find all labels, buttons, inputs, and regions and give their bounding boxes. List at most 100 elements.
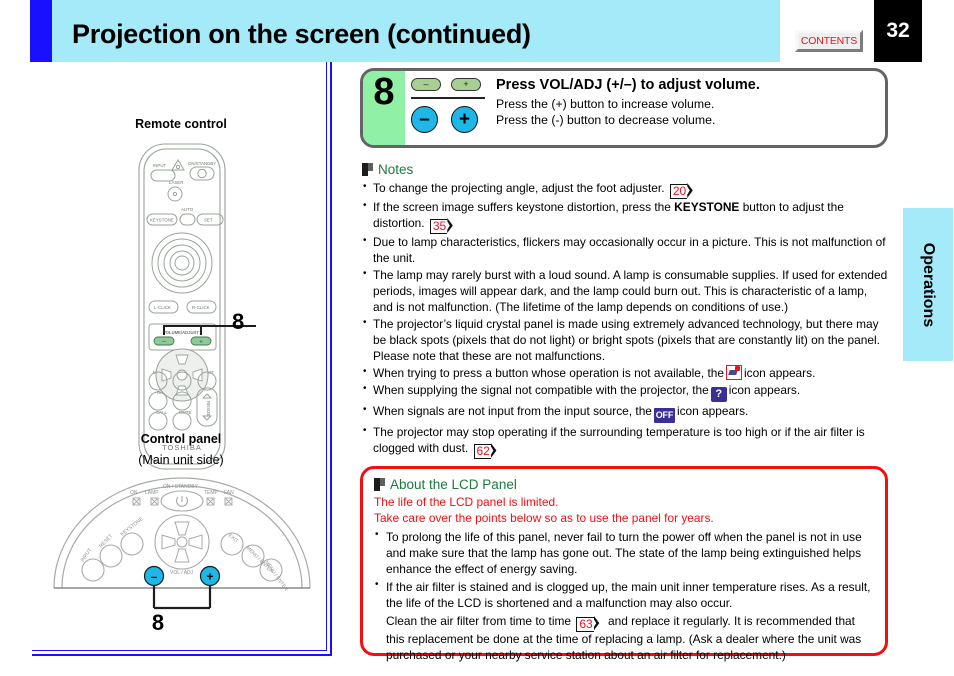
contents-button-label: CONTENTS bbox=[800, 35, 858, 47]
svg-text:INPUT: INPUT bbox=[153, 163, 166, 168]
svg-text:AUTO: AUTO bbox=[181, 207, 194, 212]
chevron-right-icon bbox=[687, 183, 693, 198]
svg-text:KEYSTONE: KEYSTONE bbox=[120, 516, 146, 538]
svg-text:LASER: LASER bbox=[169, 180, 183, 185]
note-item: When supplying the signal not compatible… bbox=[362, 382, 890, 402]
remote-control-title: Remote control bbox=[135, 117, 227, 131]
page-reference-62[interactable]: 62 bbox=[473, 443, 500, 459]
page-reference-number: 63 bbox=[576, 616, 594, 632]
note-text: Due to lamp characteristics, flickers ma… bbox=[373, 235, 886, 265]
step-number-panel: 8 bbox=[363, 71, 405, 145]
step-heading: Press VOL/ADJ (+/–) to adjust volume. bbox=[496, 77, 760, 93]
svg-text:FAN: FAN bbox=[224, 490, 234, 496]
page-reference-number: 20 bbox=[669, 184, 688, 199]
panel-minus-button-icon: – bbox=[411, 106, 438, 133]
lcd-warning-line-1: The life of the LCD panel is limited. bbox=[374, 495, 559, 509]
svg-text:TEMP: TEMP bbox=[204, 490, 219, 496]
lcd-panel-heading: About the LCD Panel bbox=[374, 477, 872, 492]
chevron-right-icon bbox=[490, 443, 497, 458]
note-item: Due to lamp characteristics, flickers ma… bbox=[362, 234, 890, 266]
step-button-icons: – + – + bbox=[409, 75, 487, 145]
step-number: 8 bbox=[373, 71, 395, 113]
svg-text:SET: SET bbox=[204, 218, 213, 223]
lcd-warning-line-2: Take care over the points below so as to… bbox=[374, 510, 714, 525]
note-flag-icon bbox=[362, 163, 373, 176]
page-reference-35[interactable]: 35 bbox=[429, 218, 456, 234]
about-lcd-panel-box: About the LCD Panel The life of the LCD … bbox=[360, 466, 888, 662]
control-panel-illustration: ON / STANDBY ON LAMP TEMP FAN KEYSTONE R… bbox=[53, 477, 311, 610]
page-reference-number: 62 bbox=[473, 444, 491, 459]
step-line-1: Press the (+) button to increase volume. bbox=[496, 97, 715, 111]
minus-glyph: – bbox=[419, 109, 430, 130]
notes-heading-label: Notes bbox=[378, 162, 414, 177]
lcd-text: Clean the air filter from time to time bbox=[386, 613, 572, 628]
note-text: icon appears. bbox=[743, 366, 816, 380]
question-mark-icon: ? bbox=[710, 387, 727, 402]
header-accent-bar bbox=[30, 0, 52, 62]
left-illustration-column: Remote control INPUT ON/STANDBY LASER KE… bbox=[32, 62, 332, 656]
note-item: To change the projecting angle, adjust t… bbox=[362, 180, 890, 199]
svg-text:KEYSTONE: KEYSTONE bbox=[150, 218, 174, 223]
minus-glyph: – bbox=[423, 79, 429, 89]
note-text: When signals are not input from the inpu… bbox=[373, 404, 652, 418]
notes-heading: Notes bbox=[362, 162, 890, 177]
note-flag-icon bbox=[374, 478, 385, 491]
note-text: The projector may stop operating if the … bbox=[373, 425, 865, 455]
page-reference-20[interactable]: 20 bbox=[669, 183, 696, 199]
panel-plus-button-icon: + bbox=[451, 106, 478, 133]
chevron-right-icon bbox=[447, 218, 453, 233]
chevron-right-icon bbox=[593, 615, 600, 631]
control-panel-title: Control panel bbox=[140, 432, 222, 446]
svg-text:RESET: RESET bbox=[98, 533, 114, 549]
page-reference-63[interactable]: 63 bbox=[576, 615, 602, 632]
note-text: The lamp may rarely burst with a loud so… bbox=[373, 268, 888, 314]
control-panel-callout-number: 8 bbox=[151, 610, 165, 635]
step-8-instruction-box: 8 – + – + Press VOL/ADJ (+/–) to adjust … bbox=[360, 68, 888, 148]
control-panel-subtitle: (Main unit side) bbox=[138, 453, 224, 467]
page-reference-number: 35 bbox=[429, 219, 448, 234]
note-item: When trying to press a button whose oper… bbox=[362, 365, 890, 381]
remote-callout-number: 8 bbox=[232, 309, 245, 334]
note-text: icon appears. bbox=[728, 383, 801, 397]
page-header: Projection on the screen (continued) bbox=[30, 0, 780, 62]
svg-text:L-CLICK: L-CLICK bbox=[154, 305, 171, 310]
note-text: If the screen image suffers keystone dis… bbox=[373, 200, 671, 214]
remote-minus-button-icon: – bbox=[411, 78, 441, 91]
svg-text:ON: ON bbox=[130, 490, 138, 496]
lcd-text: To prolong the life of this panel, never… bbox=[386, 529, 862, 576]
note-item: The lamp may rarely burst with a loud so… bbox=[362, 267, 890, 315]
lcd-text: If the air filter is stained and is clog… bbox=[386, 579, 871, 610]
svg-text:+: + bbox=[199, 340, 203, 346]
note-text: The projector’s liquid crystal panel is … bbox=[373, 317, 880, 363]
svg-text:ON / STANDBY: ON / STANDBY bbox=[163, 484, 199, 490]
remote-plus-button-icon: + bbox=[451, 78, 481, 91]
svg-text:ON/STANDBY: ON/STANDBY bbox=[188, 161, 216, 166]
off-icon: OFF bbox=[653, 408, 675, 423]
note-text: icon appears. bbox=[676, 404, 749, 418]
icon-divider bbox=[411, 97, 485, 99]
note-text: When trying to press a button whose oper… bbox=[373, 366, 724, 380]
svg-text:–: – bbox=[151, 570, 158, 584]
lcd-continuation-paragraph: Clean the air filter from time to time 6… bbox=[374, 613, 872, 663]
svg-text:R-CLICK: R-CLICK bbox=[192, 305, 210, 310]
plus-glyph: + bbox=[458, 109, 471, 130]
note-item: If the screen image suffers keystone dis… bbox=[362, 199, 890, 234]
step-line-2: Press the (-) button to decrease volume. bbox=[496, 113, 716, 128]
svg-text:LAMP: LAMP bbox=[145, 490, 159, 496]
note-text: To change the projecting angle, adjust t… bbox=[373, 181, 665, 195]
note-text: When supplying the signal not compatible… bbox=[373, 383, 709, 397]
svg-text:VOLUME/ADJUST: VOLUME/ADJUST bbox=[163, 330, 199, 335]
svg-text:RESIZE: RESIZE bbox=[206, 401, 211, 417]
lcd-list-item: If the air filter is stained and is clog… bbox=[374, 578, 872, 611]
no-operation-icon bbox=[725, 365, 742, 380]
sidebar-tab-label: Operations bbox=[920, 242, 937, 327]
note-item: The projector’s liquid crystal panel is … bbox=[362, 316, 890, 364]
plus-glyph: + bbox=[463, 79, 469, 89]
notes-list: To change the projecting angle, adjust t… bbox=[362, 180, 890, 459]
notes-section: Notes To change the projecting angle, ad… bbox=[362, 162, 890, 459]
page-title: Projection on the screen (continued) bbox=[72, 19, 531, 49]
sidebar-tab-operations[interactable]: Operations bbox=[903, 208, 953, 361]
note-keyword: KEYSTONE bbox=[674, 200, 740, 214]
lcd-list-item: To prolong the life of this panel, never… bbox=[374, 528, 872, 577]
contents-button[interactable]: CONTENTS bbox=[795, 30, 863, 52]
